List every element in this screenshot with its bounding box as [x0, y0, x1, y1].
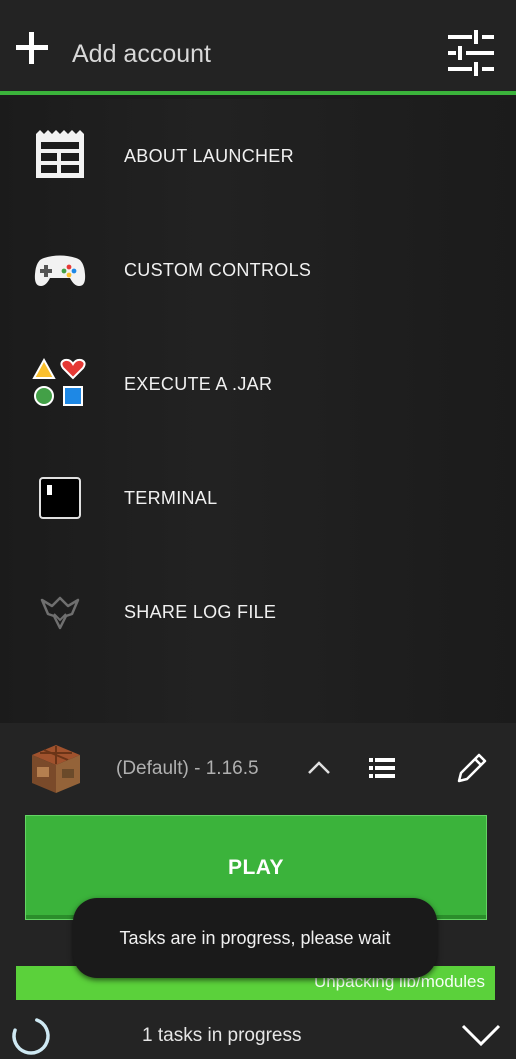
toast-message: Tasks are in progress, please wait [73, 898, 437, 978]
terminal-icon [39, 477, 81, 519]
status-row: 1 tasks in progress [0, 1013, 516, 1059]
about-icon [36, 130, 84, 178]
gamepad-icon [34, 255, 86, 286]
launcher-menu: ABOUT LAUNCHER CUSTOM CONTROLS EXECUTE A… [0, 99, 516, 723]
loading-spinner-icon [12, 1017, 50, 1055]
top-bar: Add account [0, 0, 516, 95]
menu-item-label: ABOUT LAUNCHER [124, 145, 294, 166]
shapes-icon [32, 357, 86, 406]
add-account-button[interactable]: Add account [14, 27, 211, 81]
play-label: PLAY [227, 855, 285, 879]
menu-item-custom-controls[interactable]: CUSTOM CONTROLS [0, 213, 516, 327]
menu-item-execute-jar[interactable]: EXECUTE A .JAR [0, 327, 516, 441]
menu-item-share-log-file[interactable]: SHARE LOG FILE [0, 555, 516, 669]
edit-pencil-icon[interactable] [453, 751, 489, 787]
menu-item-about-launcher[interactable]: ABOUT LAUNCHER [0, 99, 516, 213]
menu-item-label: CUSTOM CONTROLS [124, 259, 312, 280]
add-account-label: Add account [72, 39, 211, 68]
tasks-status-label: 1 tasks in progress [142, 1025, 302, 1046]
settings-sliders-icon[interactable] [444, 28, 498, 78]
menu-item-label: EXECUTE A .JAR [124, 373, 273, 394]
profile-row[interactable]: (Default) - 1.16.5 [0, 723, 516, 815]
menu-item-terminal[interactable]: TERMINAL [0, 441, 516, 555]
plus-icon [14, 27, 54, 73]
chevron-down-icon[interactable] [460, 1021, 502, 1049]
caret-up-icon[interactable] [306, 757, 332, 777]
bottom-panel: (Default) - 1.16.5 PLAY Unpacking lib/mo… [0, 723, 516, 1059]
crafting-table-icon [32, 745, 80, 793]
menu-item-label: TERMINAL [124, 487, 218, 508]
list-icon[interactable] [369, 757, 395, 779]
toast-text: Tasks are in progress, please wait [119, 927, 391, 948]
menu-item-label: SHARE LOG FILE [124, 601, 277, 622]
share-log-icon [40, 596, 80, 630]
version-label: (Default) - 1.16.5 [116, 758, 259, 779]
